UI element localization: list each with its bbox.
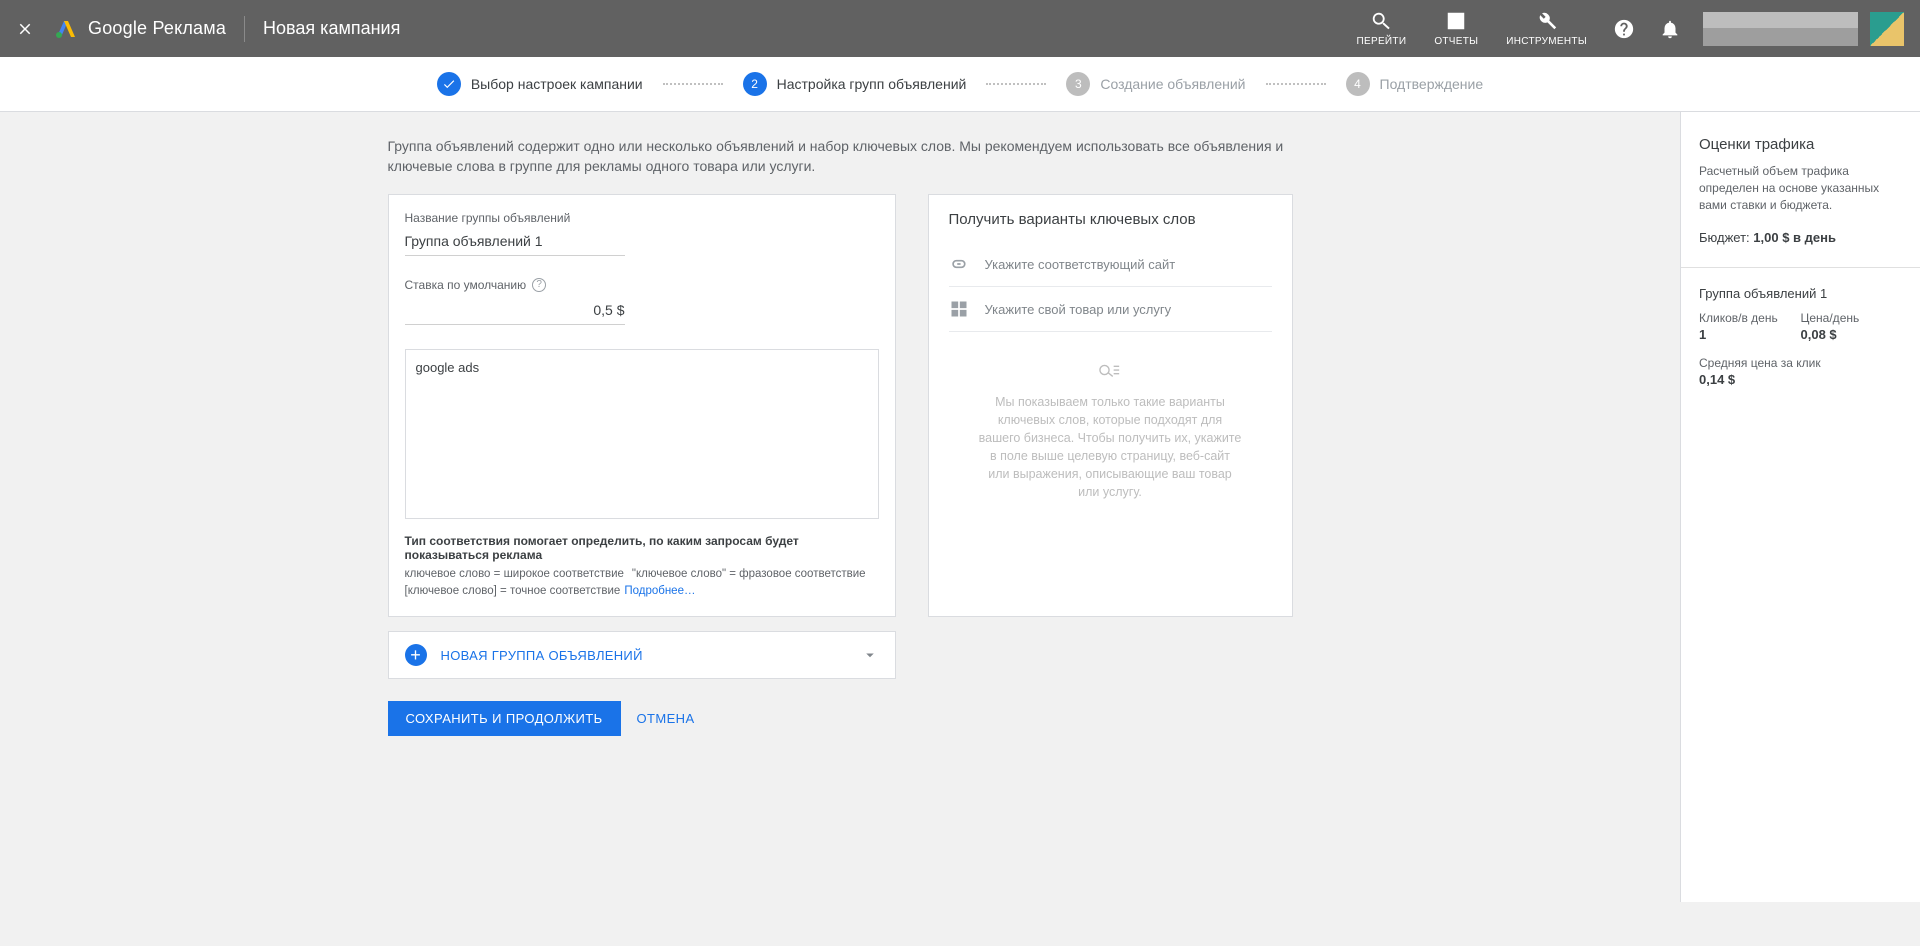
nav-tools[interactable]: ИНСТРУМЕНТЫ: [1506, 10, 1587, 47]
step-1[interactable]: Выбор настроек кампании: [437, 72, 643, 96]
empty-icon: [1099, 362, 1121, 378]
side-title: Оценки трафика: [1699, 136, 1902, 153]
plus-icon: +: [405, 644, 427, 666]
side-group-title: Группа объявлений 1: [1699, 286, 1902, 301]
step-4: 4 Подтверждение: [1346, 72, 1484, 96]
reports-icon: [1445, 10, 1467, 32]
nav-go[interactable]: ПЕРЕЙТИ: [1357, 10, 1407, 47]
side-desc: Расчетный объем трафика определен на осн…: [1699, 163, 1902, 214]
close-icon[interactable]: [16, 20, 34, 38]
stepper: Выбор настроек кампании 2 Настройка груп…: [0, 57, 1920, 112]
product-name: Google Реклама: [88, 18, 226, 39]
check-icon: [437, 72, 461, 96]
google-ads-logo-icon: [54, 17, 78, 41]
price-metric: Цена/день 0,08 $: [1801, 311, 1903, 342]
suggestions-title: Получить варианты ключевых слов: [949, 211, 1272, 228]
clicks-metric: Кликов/в день 1: [1699, 311, 1801, 342]
bid-input[interactable]: [405, 298, 625, 325]
side-budget: Бюджет: 1,00 $ в день: [1699, 230, 1902, 245]
campaign-title: Новая кампания: [263, 18, 400, 39]
keyword-suggestions-card: Получить варианты ключевых слов Укажите …: [928, 194, 1293, 617]
wrench-icon: [1536, 10, 1558, 32]
suggestions-empty-state: Мы показываем только такие варианты ключ…: [949, 332, 1272, 521]
save-continue-button[interactable]: СОХРАНИТЬ И ПРОДОЛЖИТЬ: [388, 701, 621, 736]
learn-more-link[interactable]: Подробнее…: [624, 585, 695, 597]
match-type-help: ключевое слово = широкое соответствие"кл…: [405, 566, 879, 600]
app-header: Google Реклама Новая кампания ПЕРЕЙТИ ОТ…: [0, 0, 1920, 57]
nav-reports[interactable]: ОТЧЕТЫ: [1434, 10, 1478, 47]
bell-icon[interactable]: [1659, 18, 1681, 40]
grid-icon: [949, 299, 969, 319]
bid-label: Ставка по умолчанию: [405, 278, 527, 292]
step-2[interactable]: 2 Настройка групп объявлений: [743, 72, 967, 96]
adgroup-name-input[interactable]: [405, 229, 625, 256]
site-url-row[interactable]: Укажите соответствующий сайт: [949, 242, 1272, 287]
link-icon: [949, 254, 969, 274]
account-info[interactable]: [1703, 12, 1858, 46]
adgroup-card: Название группы объявлений Ставка по умо…: [388, 194, 896, 617]
traffic-estimates-sidebar: Оценки трафика Расчетный объем трафика о…: [1680, 112, 1920, 902]
cancel-button[interactable]: ОТМЕНА: [637, 711, 695, 726]
avg-cpc-metric: Средняя цена за клик 0,14 $: [1699, 356, 1902, 387]
avatar[interactable]: [1870, 12, 1904, 46]
header-divider: [244, 16, 245, 42]
search-icon: [1370, 10, 1392, 32]
new-adgroup-button[interactable]: + НОВАЯ ГРУППА ОБЪЯВЛЕНИЙ: [388, 631, 896, 679]
intro-text: Группа объявлений содержит одно или неск…: [388, 136, 1293, 176]
chevron-down-icon: [861, 646, 879, 664]
adgroup-name-label: Название группы объявлений: [405, 211, 879, 225]
step-3: 3 Создание объявлений: [1066, 72, 1245, 96]
match-type-title: Тип соответствия помогает определить, по…: [405, 534, 879, 562]
product-row[interactable]: Укажите свой товар или услугу: [949, 287, 1272, 332]
help-icon[interactable]: [1613, 18, 1635, 40]
keywords-input[interactable]: google ads: [405, 349, 879, 519]
help-tooltip-icon[interactable]: ?: [532, 278, 546, 292]
